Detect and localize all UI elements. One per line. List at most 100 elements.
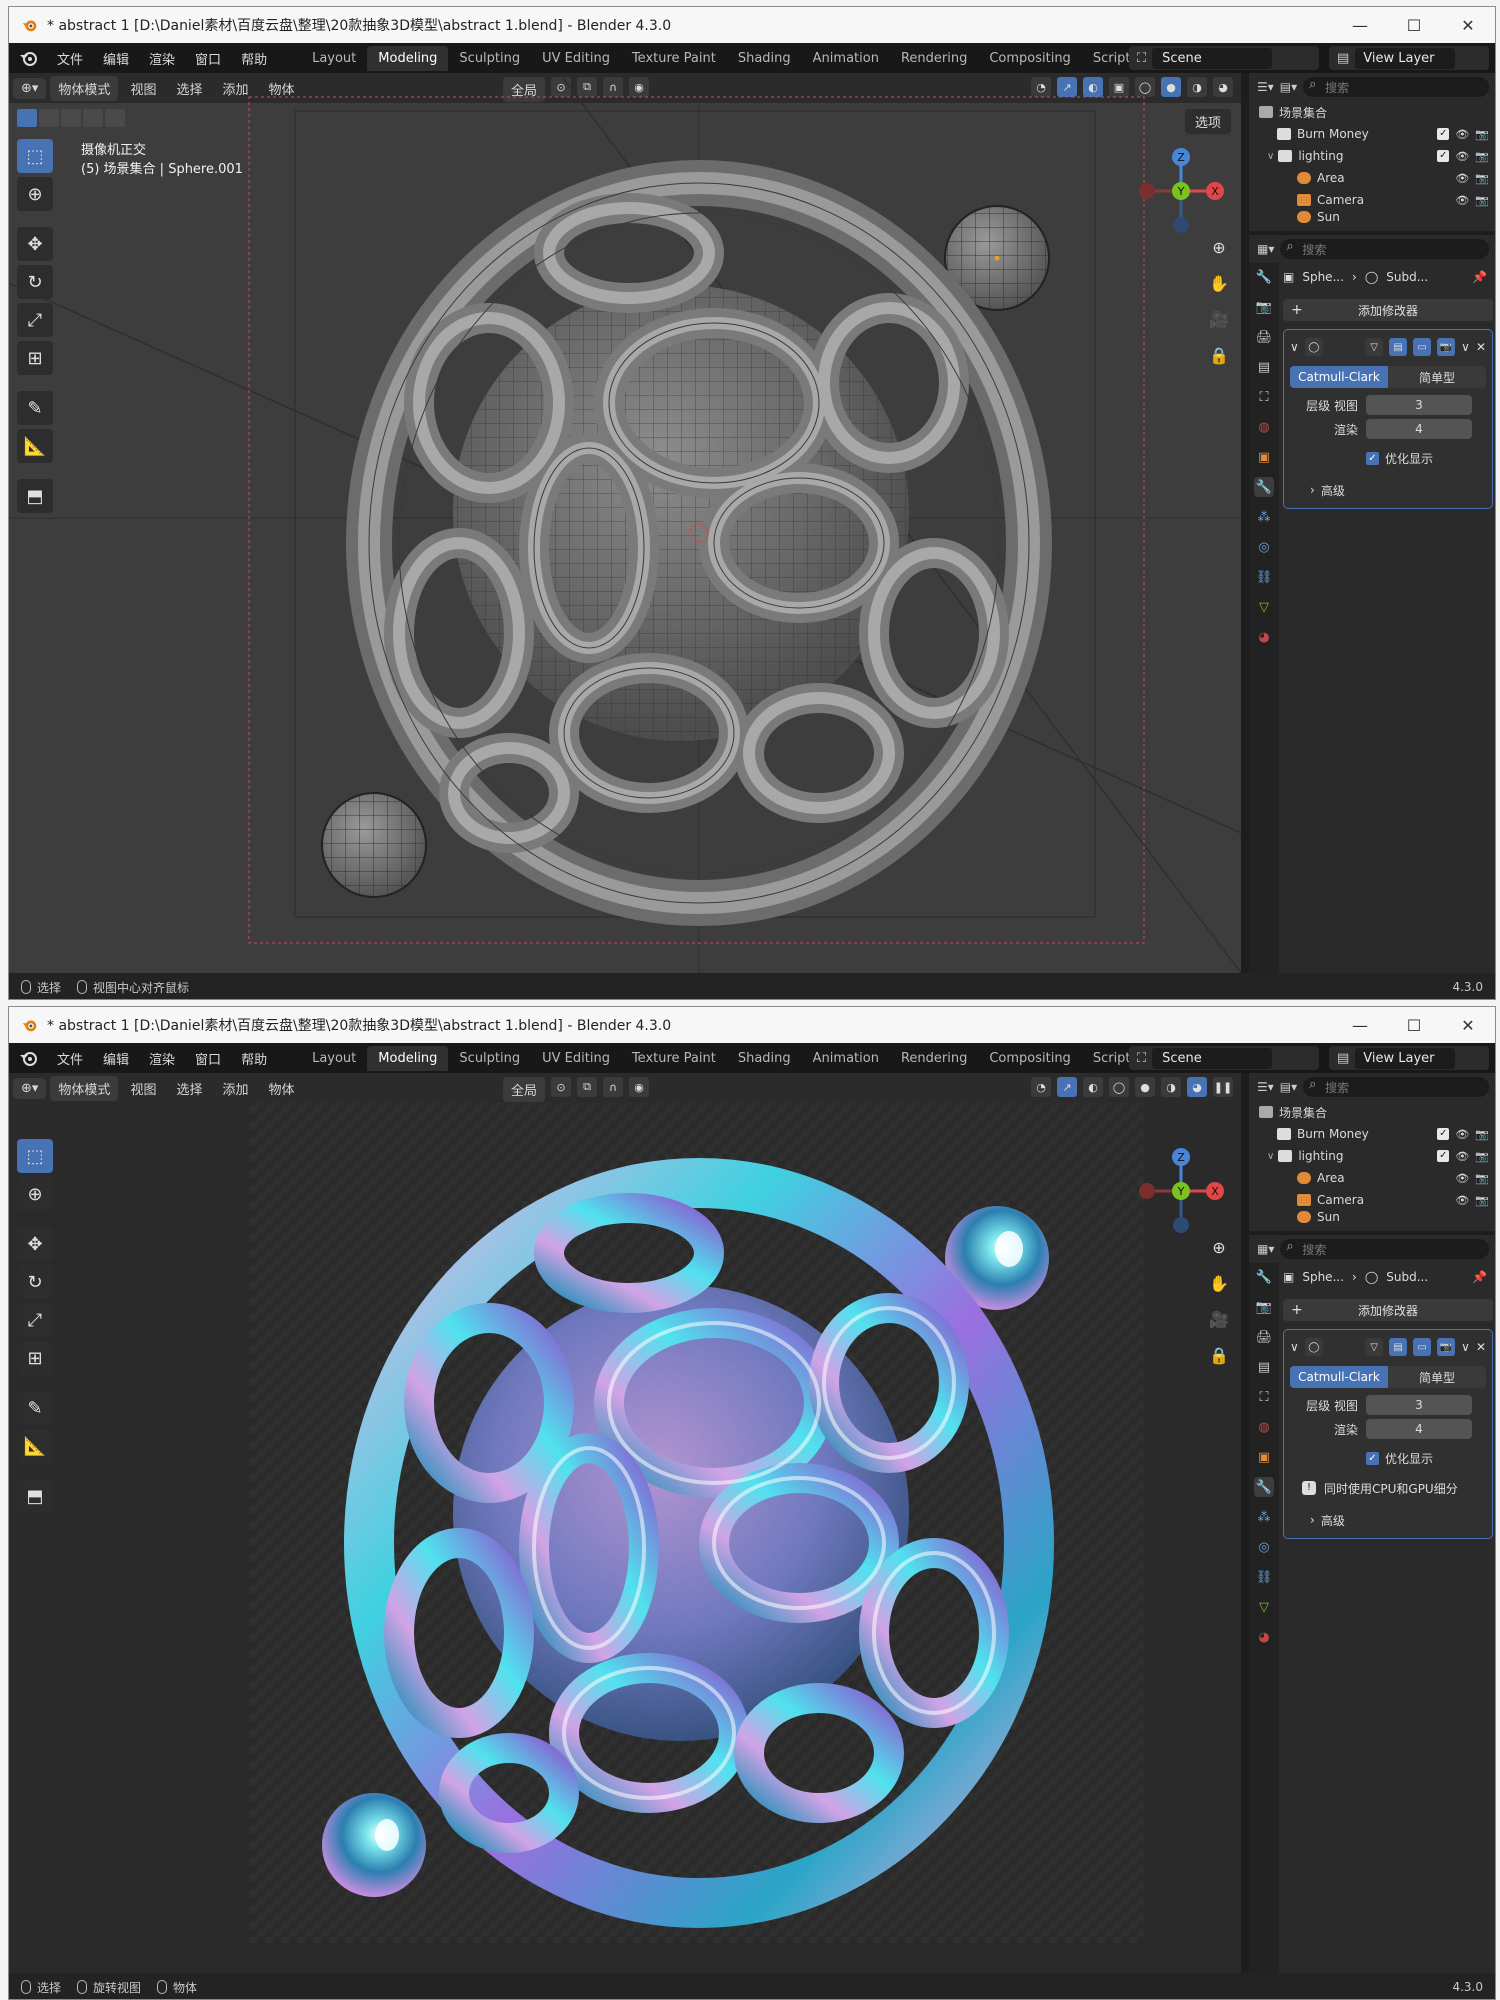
outliner-row-sun[interactable]: Sun bbox=[1249, 1211, 1495, 1223]
material-tab-icon[interactable]: ◕ bbox=[1254, 1627, 1274, 1647]
output-tab-icon[interactable]: 🖨 bbox=[1254, 327, 1274, 347]
data-tab-icon[interactable]: ▽ bbox=[1254, 597, 1274, 617]
outliner-search-input[interactable]: 搜索 bbox=[1303, 1077, 1489, 1097]
cage-toggle-icon[interactable]: ▤ bbox=[1389, 1338, 1408, 1356]
scene-tab-icon[interactable]: ⛶ bbox=[1254, 1387, 1274, 1407]
eye-icon[interactable]: 👁 bbox=[1455, 172, 1469, 185]
lock-icon[interactable]: 🔒 bbox=[1205, 341, 1233, 369]
menu-render[interactable]: 渲染 bbox=[139, 49, 185, 68]
optimal-display-row[interactable]: ✓ 优化显示 bbox=[1290, 1446, 1486, 1470]
close-icon[interactable]: ✕ bbox=[1441, 1016, 1495, 1035]
scene-name[interactable]: Scene bbox=[1152, 1047, 1273, 1069]
tool-tab-icon[interactable]: 🔧 bbox=[1254, 1267, 1274, 1287]
object-tab-icon[interactable]: ▣ bbox=[1254, 447, 1274, 467]
outliner-row-sun[interactable]: Sun bbox=[1249, 211, 1495, 223]
rotate-tool-icon[interactable]: ↻ bbox=[17, 1265, 53, 1299]
outliner-row-burn-money[interactable]: Burn Money ✓ 👁 📷 bbox=[1249, 123, 1495, 145]
scene-selector[interactable]: ⛶ Scene bbox=[1129, 46, 1319, 70]
rotate-tool-icon[interactable]: ↻ bbox=[17, 265, 53, 299]
menu-help[interactable]: 帮助 bbox=[231, 49, 277, 68]
outliner-row-camera[interactable]: Camera 👁 📷 bbox=[1249, 189, 1495, 211]
minimize-icon[interactable]: — bbox=[1333, 1016, 1387, 1035]
world-tab-icon[interactable]: ◍ bbox=[1254, 417, 1274, 437]
outliner-row-burn-money[interactable]: Burn Money ✓ 👁 📷 bbox=[1249, 1123, 1495, 1145]
outliner-row-area[interactable]: Area 👁 📷 bbox=[1249, 167, 1495, 189]
outliner-row-lighting[interactable]: ∨ lighting ✓ 👁 📷 bbox=[1249, 145, 1495, 167]
tab-shading[interactable]: Shading bbox=[727, 46, 802, 71]
output-tab-icon[interactable]: 🖨 bbox=[1254, 1327, 1274, 1347]
tab-animation[interactable]: Animation bbox=[802, 46, 890, 71]
add-cube-tool-icon[interactable]: ⬒ bbox=[17, 479, 53, 513]
pan-hand-icon[interactable]: ✋ bbox=[1205, 269, 1233, 297]
select-box-tool-icon[interactable]: ⬚ bbox=[17, 1139, 53, 1173]
zoom-icon[interactable]: ⊕ bbox=[1205, 233, 1233, 261]
collapse-chevron-icon[interactable]: ∨ bbox=[1290, 1340, 1299, 1354]
3d-viewport[interactable]: ⊕▾ 物体模式 视图 选择 添加 物体 全局 ⊙ ⧉ ∩ ◉ ◔ ↗ ◐ ▣ ◯… bbox=[9, 73, 1241, 973]
catmull-clark-option[interactable]: Catmull-Clark bbox=[1290, 1366, 1388, 1388]
outliner-row-camera[interactable]: Camera 👁 📷 bbox=[1249, 1189, 1495, 1211]
3d-viewport-rendered[interactable]: ⊕▾ 物体模式 视图 选择 添加 物体 全局 ⊙ ⧉ ∩ ◉ ◔ ↗ ◐ ◯ ●… bbox=[9, 1073, 1241, 1973]
scale-tool-icon[interactable]: ⤢ bbox=[17, 303, 53, 337]
remove-modifier-icon[interactable]: ✕ bbox=[1476, 1340, 1486, 1354]
chevron-down-icon[interactable]: ∨ bbox=[1267, 151, 1274, 162]
tab-sculpting[interactable]: Sculpting bbox=[448, 46, 531, 71]
lattice-cage[interactable] bbox=[346, 160, 1052, 926]
simple-option[interactable]: 简单型 bbox=[1388, 1366, 1486, 1388]
maximize-icon[interactable]: ☐ bbox=[1387, 1016, 1441, 1035]
camera-icon[interactable]: 📷 bbox=[1475, 128, 1489, 141]
measure-tool-icon[interactable]: 📐 bbox=[17, 429, 53, 463]
collapse-chevron-icon[interactable]: ∨ bbox=[1290, 340, 1299, 354]
chevron-down-icon[interactable]: ∨ bbox=[1267, 1151, 1274, 1162]
view-layer-name[interactable]: View Layer bbox=[1355, 1047, 1456, 1069]
add-cube-tool-icon[interactable]: ⬒ bbox=[17, 1479, 53, 1513]
tab-sculpting[interactable]: Sculpting bbox=[448, 1046, 531, 1071]
annotate-tool-icon[interactable]: ✎ bbox=[17, 391, 53, 425]
render-levels-field[interactable]: 4 bbox=[1366, 419, 1472, 439]
display-mode-icon[interactable]: ▤▾ bbox=[1280, 1080, 1297, 1094]
camera-view-icon[interactable]: 🎥 bbox=[1205, 305, 1233, 333]
lock-icon[interactable]: 🔒 bbox=[1205, 1341, 1233, 1369]
move-tool-icon[interactable]: ✥ bbox=[17, 1227, 53, 1261]
camera-icon[interactable]: 📷 bbox=[1475, 1128, 1489, 1141]
cursor-tool-icon[interactable]: ⊕ bbox=[17, 177, 53, 211]
add-modifier-button[interactable]: 添加修改器 bbox=[1283, 1299, 1493, 1321]
menu-edit[interactable]: 编辑 bbox=[93, 1049, 139, 1068]
remove-modifier-icon[interactable]: ✕ bbox=[1476, 340, 1486, 354]
measure-tool-icon[interactable]: 📐 bbox=[17, 1429, 53, 1463]
menu-file[interactable]: 文件 bbox=[47, 1049, 93, 1068]
levels-viewport-field[interactable]: 3 bbox=[1366, 1395, 1472, 1415]
scene-name[interactable]: Scene bbox=[1152, 47, 1273, 69]
tab-uv-editing[interactable]: UV Editing bbox=[531, 46, 621, 71]
outliner-editor-icon[interactable]: ☰▾ bbox=[1257, 80, 1274, 94]
tab-rendering[interactable]: Rendering bbox=[890, 46, 978, 71]
camera-icon[interactable]: 📷 bbox=[1475, 172, 1489, 185]
menu-window[interactable]: 窗口 bbox=[185, 49, 231, 68]
tool-tab-icon[interactable]: 🔧 bbox=[1254, 267, 1274, 287]
properties-editor-icon[interactable]: ▦▾ bbox=[1257, 242, 1274, 256]
eye-icon[interactable]: 👁 bbox=[1455, 1150, 1469, 1163]
view-layer-tab-icon[interactable]: ▤ bbox=[1254, 1357, 1274, 1377]
display-mode-icon[interactable]: ▤▾ bbox=[1280, 80, 1297, 94]
tab-uv-editing[interactable]: UV Editing bbox=[531, 1046, 621, 1071]
data-tab-icon[interactable]: ▽ bbox=[1254, 1597, 1274, 1617]
material-tab-icon[interactable]: ◕ bbox=[1254, 627, 1274, 647]
view-layer-name[interactable]: View Layer bbox=[1355, 47, 1456, 69]
optimal-display-checkbox[interactable]: ✓ bbox=[1366, 1451, 1379, 1465]
viewport-toggle-icon[interactable]: ▭ bbox=[1413, 1338, 1432, 1356]
menu-window[interactable]: 窗口 bbox=[185, 1049, 231, 1068]
physics-tab-icon[interactable]: ◎ bbox=[1254, 1537, 1274, 1557]
blender-menu-icon[interactable] bbox=[19, 48, 39, 68]
close-icon[interactable]: ✕ bbox=[1441, 16, 1495, 35]
particles-tab-icon[interactable]: ⁂ bbox=[1254, 507, 1274, 527]
view-layer-tab-icon[interactable]: ▤ bbox=[1254, 357, 1274, 377]
render-tab-icon[interactable]: 📷 bbox=[1254, 297, 1274, 317]
eye-icon[interactable]: 👁 bbox=[1455, 194, 1469, 207]
pin-icon[interactable]: 📌 bbox=[1472, 270, 1487, 284]
menu-file[interactable]: 文件 bbox=[47, 49, 93, 68]
eye-icon[interactable]: 👁 bbox=[1455, 150, 1469, 163]
cage-toggle-icon[interactable]: ▤ bbox=[1389, 338, 1408, 356]
zoom-icon[interactable]: ⊕ bbox=[1205, 1233, 1233, 1261]
physics-tab-icon[interactable]: ◎ bbox=[1254, 537, 1274, 557]
outliner-row-area[interactable]: Area 👁 📷 bbox=[1249, 1167, 1495, 1189]
pin-icon[interactable]: 📌 bbox=[1472, 1270, 1487, 1284]
